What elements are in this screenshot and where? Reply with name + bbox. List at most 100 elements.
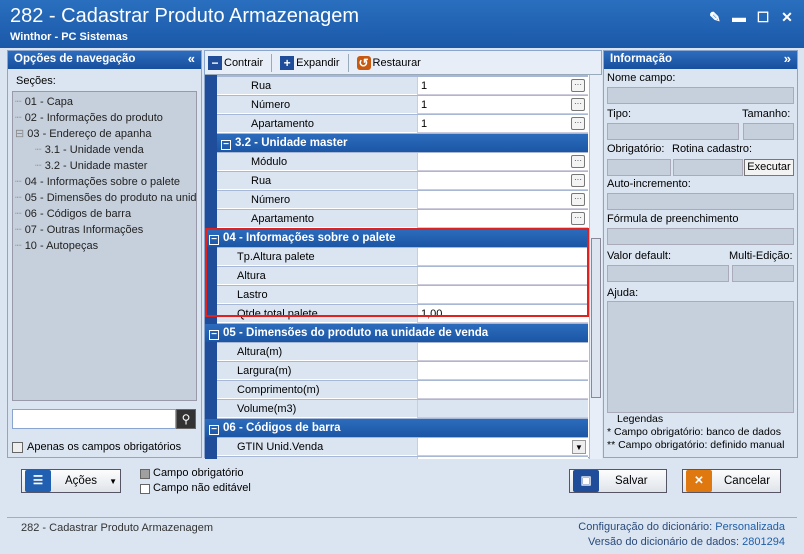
lookup-button[interactable]: ··· bbox=[571, 79, 585, 92]
field-value-input[interactable] bbox=[417, 400, 588, 418]
scrollbar-thumb[interactable] bbox=[591, 238, 601, 398]
autoinc-field bbox=[607, 193, 794, 210]
minimize-button[interactable]: ▬ bbox=[730, 8, 748, 26]
section-header[interactable]: −04 - Informações sobre o palete bbox=[205, 229, 588, 247]
field-label: Rua bbox=[217, 172, 417, 190]
collapse-section-icon[interactable]: − bbox=[209, 425, 219, 435]
field-value-input[interactable] bbox=[417, 362, 588, 380]
tree-item-label: 3.1 - Unidade venda bbox=[44, 144, 144, 156]
collapse-section-icon[interactable]: − bbox=[209, 330, 219, 340]
field-row[interactable]: Rua 1 ··· bbox=[217, 77, 588, 95]
collapse-button[interactable]: − Contrair bbox=[208, 55, 263, 70]
search-icon[interactable]: ⚲ bbox=[176, 409, 196, 429]
section-title: 3.2 - Unidade master bbox=[235, 137, 348, 149]
field-value-input[interactable] bbox=[417, 438, 588, 456]
checkbox-icon[interactable] bbox=[12, 441, 23, 453]
field-row[interactable]: Apartamento 1 ··· bbox=[217, 115, 588, 133]
tree-item[interactable]: ⊟ 03 - Endereço de apanha bbox=[15, 126, 196, 142]
collapse-section-icon[interactable]: − bbox=[221, 140, 231, 150]
lookup-button[interactable]: ··· bbox=[571, 193, 585, 206]
tree-item-label: 05 - Dimensões do produto na unid bbox=[24, 192, 197, 204]
maximize-button[interactable]: ☐ bbox=[754, 8, 772, 26]
field-label: Altura(m) bbox=[217, 343, 417, 361]
tree-item[interactable]: ┈ 3.1 - Unidade venda bbox=[15, 142, 196, 158]
fields-grid: Rua 1 ··· Número 1 ··· Apartamento 1 ··· −3.2 - U… bbox=[205, 75, 588, 459]
field-row[interactable]: Rua ··· bbox=[217, 172, 588, 190]
collapse-node-icon[interactable]: ⊟ bbox=[15, 128, 24, 140]
chevron-down-icon: ▼ bbox=[109, 476, 117, 486]
field-row[interactable]: Largura(m) bbox=[217, 362, 588, 380]
field-row[interactable]: Módulo ··· bbox=[217, 153, 588, 171]
field-value-input[interactable] bbox=[417, 286, 588, 304]
field-value-input[interactable]: 27 bbox=[417, 457, 588, 459]
field-value-input[interactable] bbox=[417, 210, 588, 228]
formula-label: Fórmula de preenchimento bbox=[607, 213, 739, 225]
restore-button[interactable]: ↺ Restaurar bbox=[356, 55, 421, 70]
actions-button[interactable]: ☰ Ações ▼ bbox=[21, 469, 121, 493]
field-value-input[interactable] bbox=[417, 343, 588, 361]
tree-item[interactable]: ┈ 05 - Dimensões do produto na unid bbox=[15, 190, 196, 206]
dropdown-arrow-icon[interactable]: ▼ bbox=[572, 440, 586, 454]
field-value-input[interactable]: 1 bbox=[417, 77, 588, 95]
section-header[interactable]: −05 - Dimensões do produto na unidade de… bbox=[205, 324, 588, 342]
collapse-left-icon[interactable]: « bbox=[188, 51, 195, 66]
field-value-input[interactable]: 1,00 bbox=[417, 305, 588, 323]
field-row[interactable]: Qtde total palete 1,00 bbox=[217, 305, 588, 323]
save-button[interactable]: ▣ Salvar bbox=[569, 469, 667, 493]
field-row[interactable]: Altura bbox=[217, 267, 588, 285]
tree-item[interactable]: ┈ 07 - Outras Informações bbox=[15, 222, 196, 238]
lookup-button[interactable]: ··· bbox=[571, 212, 585, 225]
cancel-button[interactable]: ✕ Cancelar bbox=[682, 469, 781, 493]
field-label: GTIN Unid.Venda bbox=[217, 438, 417, 456]
field-row[interactable]: Tp.Altura palete bbox=[217, 248, 588, 266]
field-row[interactable]: Comprimento(m) bbox=[217, 381, 588, 399]
field-value-input[interactable] bbox=[417, 248, 588, 266]
window-subtitle: Winthor - PC Sistemas bbox=[10, 31, 128, 43]
minus-icon: − bbox=[208, 55, 222, 70]
field-row[interactable]: Apartamento ··· bbox=[217, 210, 588, 228]
help-label: Ajuda: bbox=[607, 287, 639, 299]
close-button[interactable]: ✕ bbox=[778, 8, 796, 26]
routine-label: Rotina cadastro: bbox=[672, 143, 753, 155]
field-row[interactable]: Unidade Venda [EAN8, UPC12, EAN1327 bbox=[217, 457, 588, 459]
tree-item-label: 03 - Endereço de apanha bbox=[27, 128, 152, 140]
execute-button[interactable]: Executar bbox=[744, 159, 794, 176]
tree-item[interactable]: ┈ 04 - Informações sobre o palete bbox=[15, 174, 196, 190]
field-row[interactable]: Volume(m3) bbox=[217, 400, 588, 418]
field-value-input[interactable] bbox=[417, 172, 588, 190]
lookup-button[interactable]: ··· bbox=[571, 174, 585, 187]
field-row[interactable]: GTIN Unid.Venda ▼ bbox=[217, 438, 588, 456]
status-app-name: 282 - Cadastrar Produto Armazenagem bbox=[21, 522, 213, 534]
expand-button[interactable]: + Expandir bbox=[280, 55, 340, 70]
field-legend: Campo obrigatório Campo não editável bbox=[140, 466, 251, 496]
field-value-input[interactable]: 1 bbox=[417, 96, 588, 114]
field-row[interactable]: Número ··· bbox=[217, 191, 588, 209]
collapse-section-icon[interactable]: − bbox=[209, 235, 219, 245]
field-value-input[interactable] bbox=[417, 191, 588, 209]
tree-branch-icon: ┈ bbox=[15, 192, 22, 204]
tree-item[interactable]: ┈ 02 - Informações do produto bbox=[15, 110, 196, 126]
tree-item[interactable]: ┈ 06 - Códigos de barra bbox=[15, 206, 196, 222]
field-row[interactable]: Altura(m) bbox=[217, 343, 588, 361]
lookup-button[interactable]: ··· bbox=[571, 155, 585, 168]
field-value-input[interactable]: 1 bbox=[417, 115, 588, 133]
tree-item[interactable]: ┈ 3.2 - Unidade master bbox=[15, 158, 196, 174]
tree-item[interactable]: ┈ 01 - Capa bbox=[15, 94, 196, 110]
lookup-button[interactable]: ··· bbox=[571, 117, 585, 130]
grid-scrollbar[interactable] bbox=[589, 75, 602, 459]
only-required-checkbox[interactable]: Apenas os campos obrigatórios bbox=[12, 441, 181, 453]
field-row[interactable]: Número 1 ··· bbox=[217, 96, 588, 114]
lookup-button[interactable]: ··· bbox=[571, 98, 585, 111]
section-header[interactable]: −06 - Códigos de barra bbox=[205, 419, 588, 437]
tree-item-label: 01 - Capa bbox=[24, 96, 73, 108]
tree-item[interactable]: ┈ 10 - Autopeças bbox=[15, 238, 196, 254]
section-header[interactable]: −3.2 - Unidade master bbox=[217, 134, 588, 152]
field-value-input[interactable] bbox=[417, 153, 588, 171]
cancel-icon: ✕ bbox=[686, 470, 712, 492]
search-input[interactable] bbox=[12, 409, 176, 429]
collapse-right-icon[interactable]: » bbox=[784, 51, 791, 66]
field-value-input[interactable] bbox=[417, 267, 588, 285]
field-row[interactable]: Lastro bbox=[217, 286, 588, 304]
field-value-input[interactable] bbox=[417, 381, 588, 399]
edit-icon[interactable]: ✎ bbox=[706, 8, 724, 26]
